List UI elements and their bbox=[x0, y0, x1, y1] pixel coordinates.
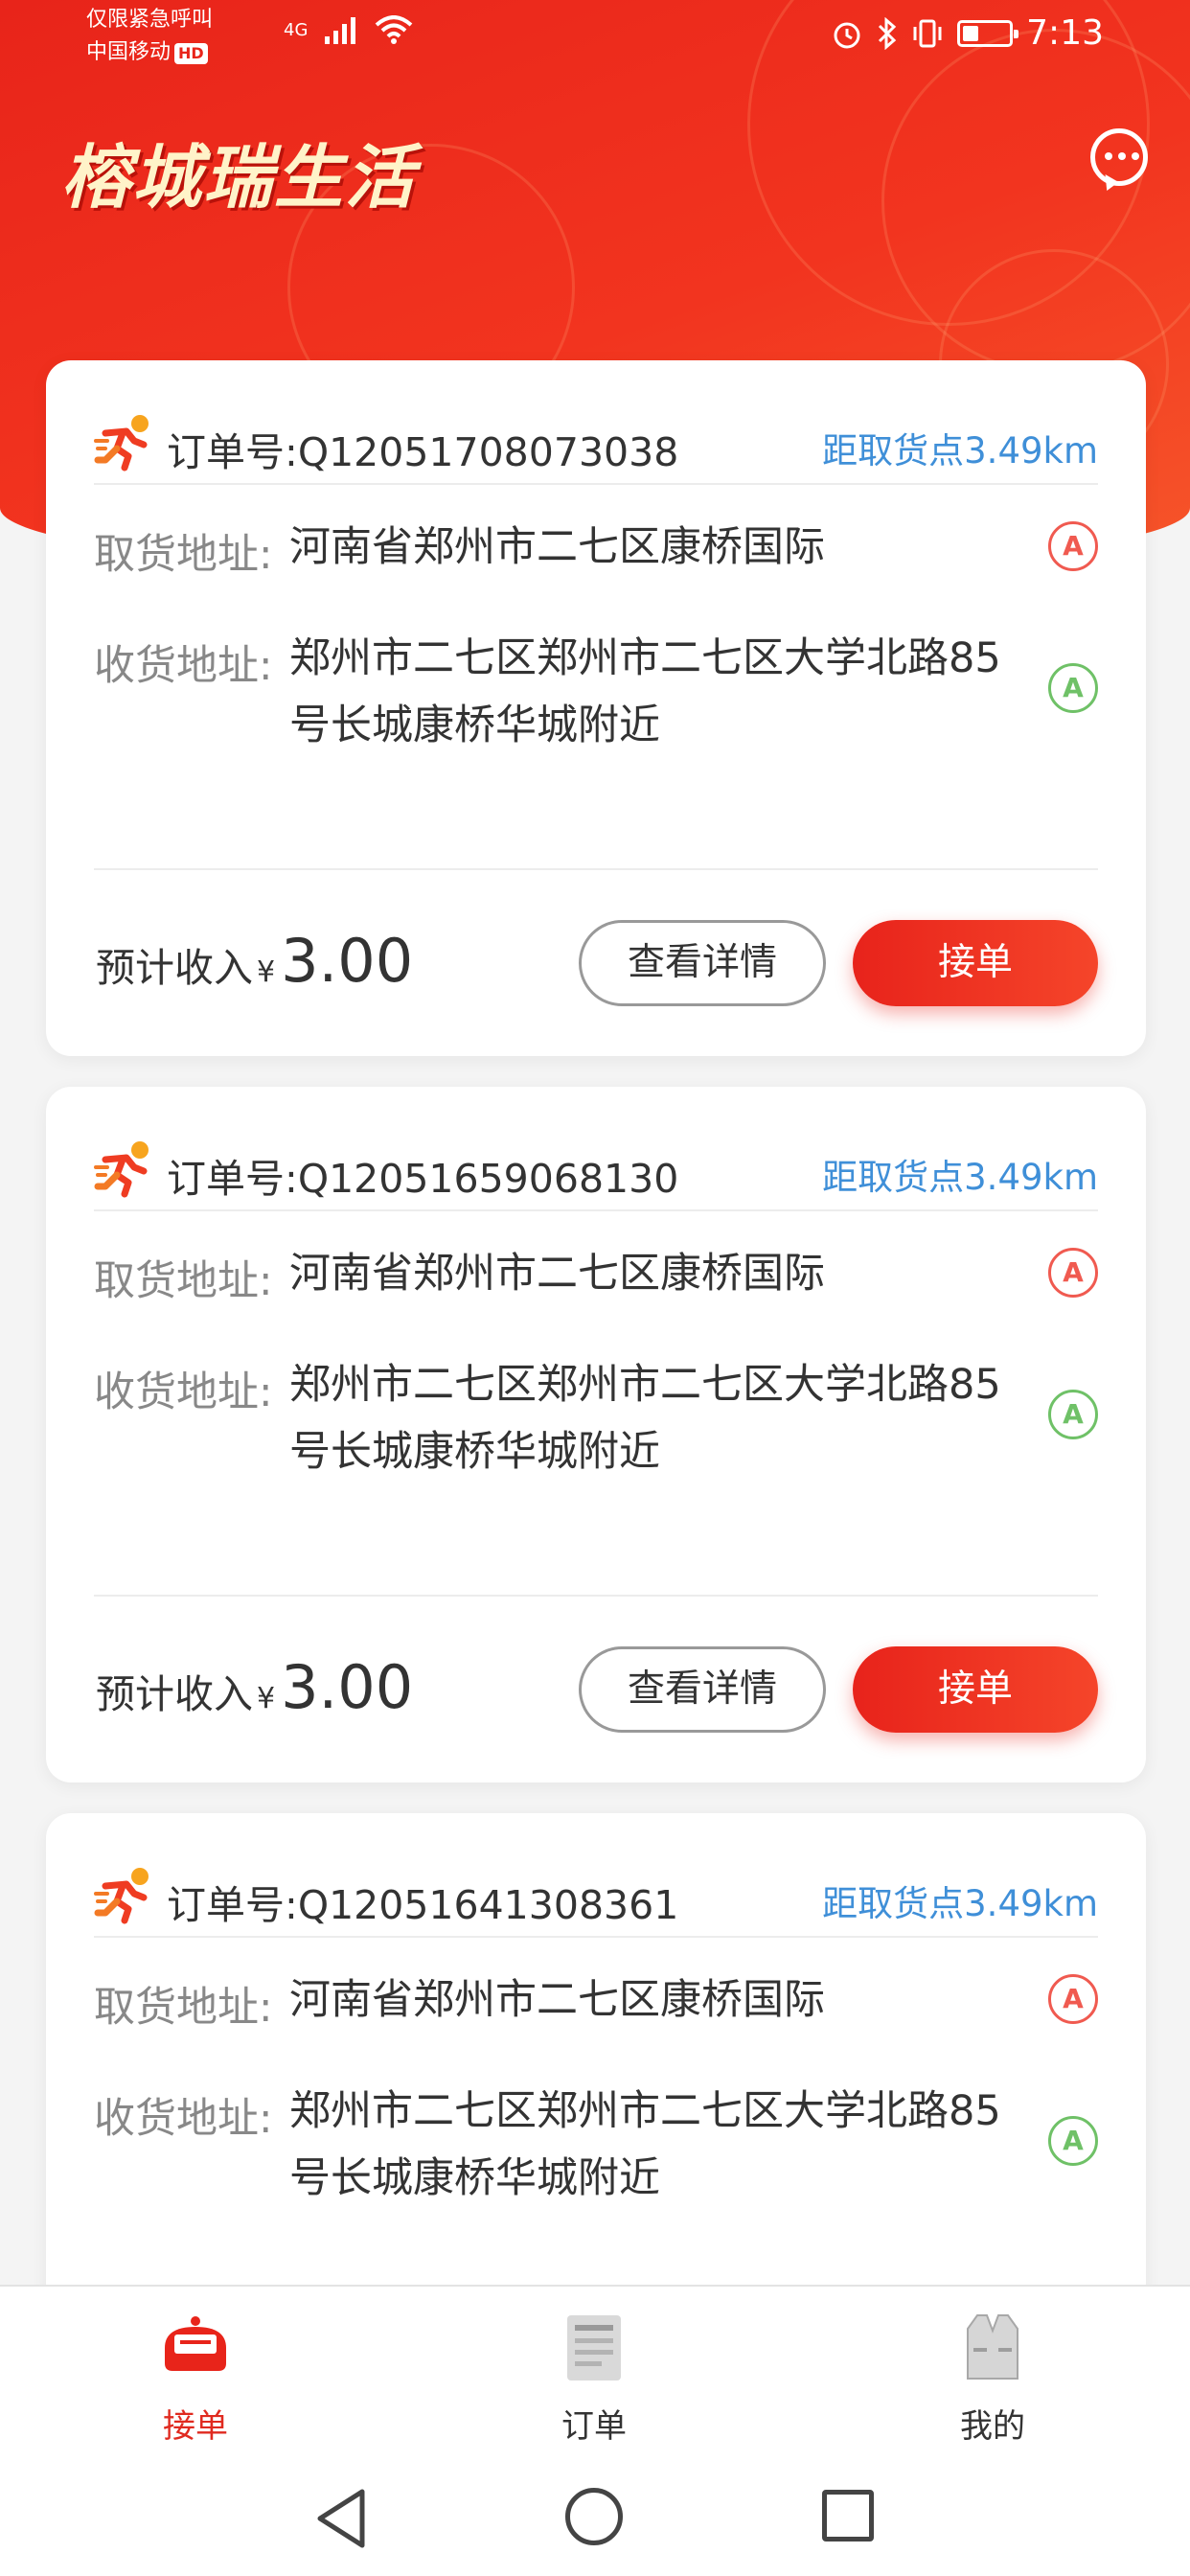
delivery-runner-icon bbox=[94, 1868, 149, 1924]
dropoff-row: 收货地址: 郑州市二七区郑州市二七区大学北路85号长城康桥华城附近 A bbox=[94, 625, 1098, 778]
order-card: 订单号:Q12051708073038 距取货点3.49km 取货地址: 河南省… bbox=[46, 360, 1146, 1056]
income-amount: 3.00 bbox=[281, 926, 414, 996]
dropoff-label: 收货地址: bbox=[94, 1368, 273, 1416]
view-details-button[interactable]: 查看详情 bbox=[579, 1646, 826, 1733]
vibrate-icon bbox=[913, 19, 942, 47]
app-logo: 榕城瑞生活 bbox=[61, 136, 417, 218]
pickup-distance: 距取货点3.49km bbox=[822, 430, 1098, 472]
tab-mine[interactable]: 我的 bbox=[897, 2310, 1088, 2447]
recent-apps-icon[interactable] bbox=[822, 2490, 874, 2542]
pickup-distance: 距取货点3.49km bbox=[822, 1883, 1098, 1924]
dropoff-pin-icon[interactable]: A bbox=[1048, 2116, 1098, 2166]
order-number: 订单号:Q12051659068130 bbox=[167, 1156, 679, 1202]
tab-label-mine: 我的 bbox=[960, 2407, 1025, 2446]
tab-label-orders: 订单 bbox=[561, 2407, 627, 2446]
dropoff-address: 郑州市二七区郑州市二七区大学北路85号长城康桥华城附近 bbox=[289, 2087, 1001, 2202]
estimated-income: 预计收入 ¥ 3.00 bbox=[96, 1652, 413, 1722]
bluetooth-icon bbox=[879, 16, 897, 50]
card-divider bbox=[94, 868, 1098, 870]
pickup-label: 取货地址: bbox=[94, 1984, 273, 2032]
tab-label-accept: 接单 bbox=[163, 2407, 228, 2446]
dropoff-pin-icon[interactable]: A bbox=[1048, 1390, 1098, 1439]
clock: 7:13 bbox=[1026, 13, 1104, 53]
pickup-address: 河南省郑州市二七区康桥国际 bbox=[289, 1250, 825, 1298]
home-icon[interactable] bbox=[565, 2488, 623, 2545]
dropoff-address: 郑州市二七区郑州市二七区大学北路85号长城康桥华城附近 bbox=[289, 1361, 1001, 1476]
order-header: 订单号:Q12051641308361 距取货点3.49km bbox=[94, 1861, 1098, 1938]
message-button[interactable] bbox=[1090, 128, 1148, 195]
pickup-distance: 距取货点3.49km bbox=[822, 1157, 1098, 1198]
card-divider bbox=[94, 1595, 1098, 1597]
delivery-runner-icon bbox=[94, 1141, 149, 1198]
dropoff-label: 收货地址: bbox=[94, 2095, 273, 2143]
wifi-icon bbox=[376, 15, 413, 44]
bottom-navigation: 接单 订单 我的 bbox=[0, 2285, 1190, 2576]
hd-badge: HD bbox=[174, 43, 208, 64]
battery-icon bbox=[957, 19, 1019, 47]
battery-fill bbox=[963, 25, 979, 41]
estimated-income: 预计收入 ¥ 3.00 bbox=[96, 926, 413, 996]
currency-symbol: ¥ bbox=[257, 955, 276, 989]
accept-order-button[interactable]: 接单 bbox=[853, 920, 1098, 1006]
dropoff-address: 郑州市二七区郑州市二七区大学北路85号长城康桥华城附近 bbox=[289, 634, 1001, 749]
pickup-pin-icon[interactable]: A bbox=[1048, 521, 1098, 571]
back-icon[interactable] bbox=[314, 2488, 368, 2549]
pickup-pin-icon[interactable]: A bbox=[1048, 1248, 1098, 1298]
tab-accept-order[interactable]: 接单 bbox=[100, 2310, 291, 2447]
pickup-row: 取货地址: 河南省郑州市二七区康桥国际 A bbox=[94, 1974, 1098, 2051]
status-bar: 仅限紧急呼叫 中国移动 HD 4G 7:13 bbox=[0, 0, 1190, 77]
dropoff-label: 收货地址: bbox=[94, 642, 273, 690]
signal-icon bbox=[325, 17, 356, 44]
emergency-call-text: 仅限紧急呼叫 bbox=[86, 8, 214, 32]
order-list-icon bbox=[567, 2315, 621, 2380]
order-card: 订单号:Q12051659068130 距取货点3.49km 取货地址: 河南省… bbox=[46, 1087, 1146, 1782]
carrier-info: 仅限紧急呼叫 中国移动 HD bbox=[86, 4, 213, 69]
accept-order-icon bbox=[165, 2316, 226, 2371]
view-details-button[interactable]: 查看详情 bbox=[579, 920, 826, 1006]
pickup-label: 取货地址: bbox=[94, 1257, 273, 1305]
pickup-label: 取货地址: bbox=[94, 531, 273, 579]
chat-bubble-icon bbox=[1105, 152, 1139, 160]
tab-orders[interactable]: 订单 bbox=[498, 2310, 690, 2447]
order-number: 订单号:Q12051708073038 bbox=[167, 429, 679, 475]
order-number: 订单号:Q12051641308361 bbox=[167, 1882, 679, 1928]
income-label: 预计收入 bbox=[96, 1671, 253, 1717]
income-amount: 3.00 bbox=[281, 1652, 414, 1722]
pickup-address: 河南省郑州市二七区康桥国际 bbox=[289, 1976, 825, 2024]
network-type: 4G bbox=[284, 19, 309, 40]
dropoff-row: 收货地址: 郑州市二七区郑州市二七区大学北路85号长城康桥华城附近 A bbox=[94, 1351, 1098, 1505]
carrier-name: 中国移动 bbox=[86, 40, 172, 64]
order-header: 订单号:Q12051659068130 距取货点3.49km bbox=[94, 1135, 1098, 1211]
currency-symbol: ¥ bbox=[257, 1682, 276, 1715]
alarm-icon bbox=[834, 22, 860, 48]
dropoff-pin-icon[interactable]: A bbox=[1048, 663, 1098, 713]
dropoff-row: 收货地址: 郑州市二七区郑州市二七区大学北路85号长城康桥华城附近 A bbox=[94, 2078, 1098, 2231]
order-header: 订单号:Q12051708073038 距取货点3.49km bbox=[94, 408, 1098, 485]
system-navigation-bar bbox=[0, 2459, 1190, 2576]
pickup-row: 取货地址: 河南省郑州市二七区康桥国际 A bbox=[94, 521, 1098, 598]
accept-order-button[interactable]: 接单 bbox=[853, 1646, 1098, 1733]
income-label: 预计收入 bbox=[96, 945, 253, 991]
delivery-runner-icon bbox=[94, 415, 149, 472]
order-list: 订单号:Q12051708073038 距取货点3.49km 取货地址: 河南省… bbox=[46, 360, 1146, 2540]
pickup-address: 河南省郑州市二七区康桥国际 bbox=[289, 523, 825, 571]
profile-vest-icon bbox=[967, 2314, 1018, 2380]
pickup-pin-icon[interactable]: A bbox=[1048, 1974, 1098, 2024]
pickup-row: 取货地址: 河南省郑州市二七区康桥国际 A bbox=[94, 1248, 1098, 1324]
